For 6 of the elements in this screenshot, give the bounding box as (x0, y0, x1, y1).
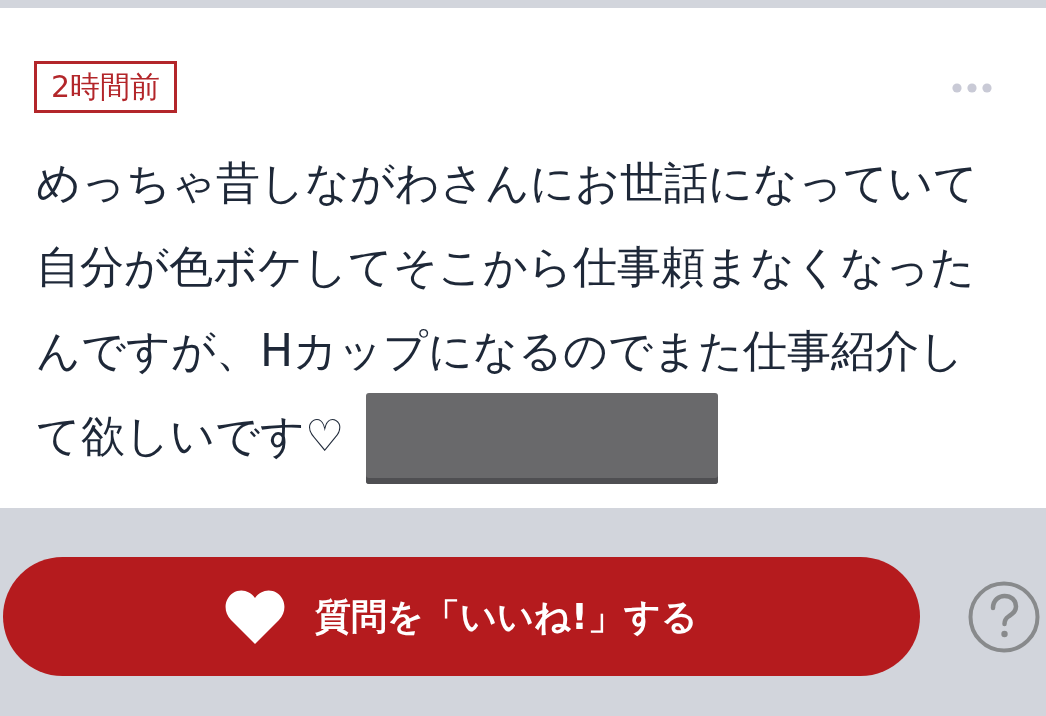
like-question-button[interactable]: 質問を「いいね!」する (3, 557, 920, 676)
help-icon[interactable] (968, 580, 1040, 653)
post-text: めっちゃ昔しながわさんにお世話になっていて自分が色ボケしてそこから仕事頼まなくなったんですが、Hカップになるのでまた仕事紹介して欲しいです♡ (36, 157, 978, 461)
time-ago-label: 2時間前 (34, 61, 178, 113)
heart-icon (225, 589, 286, 644)
more-options-icon[interactable] (952, 83, 992, 93)
